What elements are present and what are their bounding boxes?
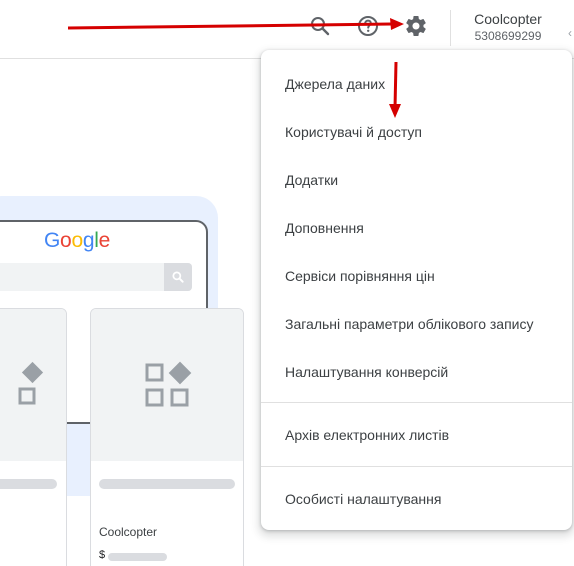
menu-item-users-access[interactable]: Користувачі й доступ <box>261 108 572 156</box>
google-logo-letter: G <box>44 229 61 252</box>
google-logo-letter: g <box>82 229 95 252</box>
menu-item-email-archive[interactable]: Архів електронних листів <box>261 411 572 459</box>
account-id: 5308699299 <box>474 29 542 43</box>
menu-item-conversion-settings[interactable]: Налаштування конверсій <box>261 348 572 396</box>
merchant-center-page: Coolcopter 5308699299 ‹ Google Coolcopte… <box>0 0 574 566</box>
placeholder-shapes-icon <box>145 361 192 407</box>
illustration-search-button <box>164 263 192 291</box>
card-price-symbol: $ <box>99 549 106 561</box>
menu-divider <box>261 466 572 467</box>
google-logo-letter: e <box>98 229 111 252</box>
product-card-image <box>0 309 66 461</box>
google-logo-letter: o <box>60 229 72 252</box>
google-logo: Google <box>44 229 110 253</box>
help-icon <box>358 16 378 36</box>
skeleton-line <box>0 479 57 489</box>
search-icon <box>172 271 184 283</box>
search-button[interactable] <box>306 12 334 40</box>
menu-divider <box>261 402 572 403</box>
menu-item-account-settings[interactable]: Загальні параметри облікового запису <box>261 300 572 348</box>
gear-icon <box>406 16 426 36</box>
settings-menu: Джерела даних Користувачі й доступ Додат… <box>261 50 572 530</box>
search-icon <box>311 17 330 36</box>
product-card-image <box>91 309 243 461</box>
menu-item-comparison-shopping-services[interactable]: Сервіси порівняння цін <box>261 252 572 300</box>
account-name: Coolcopter <box>474 11 542 27</box>
skeleton-line <box>99 479 235 489</box>
skeleton-line <box>108 553 167 561</box>
menu-item-personal-settings[interactable]: Особисті налаштування <box>261 475 572 523</box>
menu-item-data-sources[interactable]: Джерела даних <box>261 60 572 108</box>
google-logo-letter: o <box>71 229 83 252</box>
topbar-divider <box>450 10 451 46</box>
illustration-product-card <box>0 308 67 566</box>
settings-button[interactable] <box>402 12 430 40</box>
help-button[interactable] <box>354 12 382 40</box>
menu-item-add-ons[interactable]: Доповнення <box>261 204 572 252</box>
placeholder-shapes-icon <box>18 361 44 405</box>
google-logo-text: Google <box>44 229 110 252</box>
card-brand-name: Coolcopter <box>99 525 158 539</box>
account-switcher[interactable]: Coolcopter 5308699299 <box>462 10 554 44</box>
card-price: $ <box>99 549 167 561</box>
account-expand-icon[interactable]: ‹ <box>568 26 574 40</box>
menu-item-apps[interactable]: Додатки <box>261 156 572 204</box>
